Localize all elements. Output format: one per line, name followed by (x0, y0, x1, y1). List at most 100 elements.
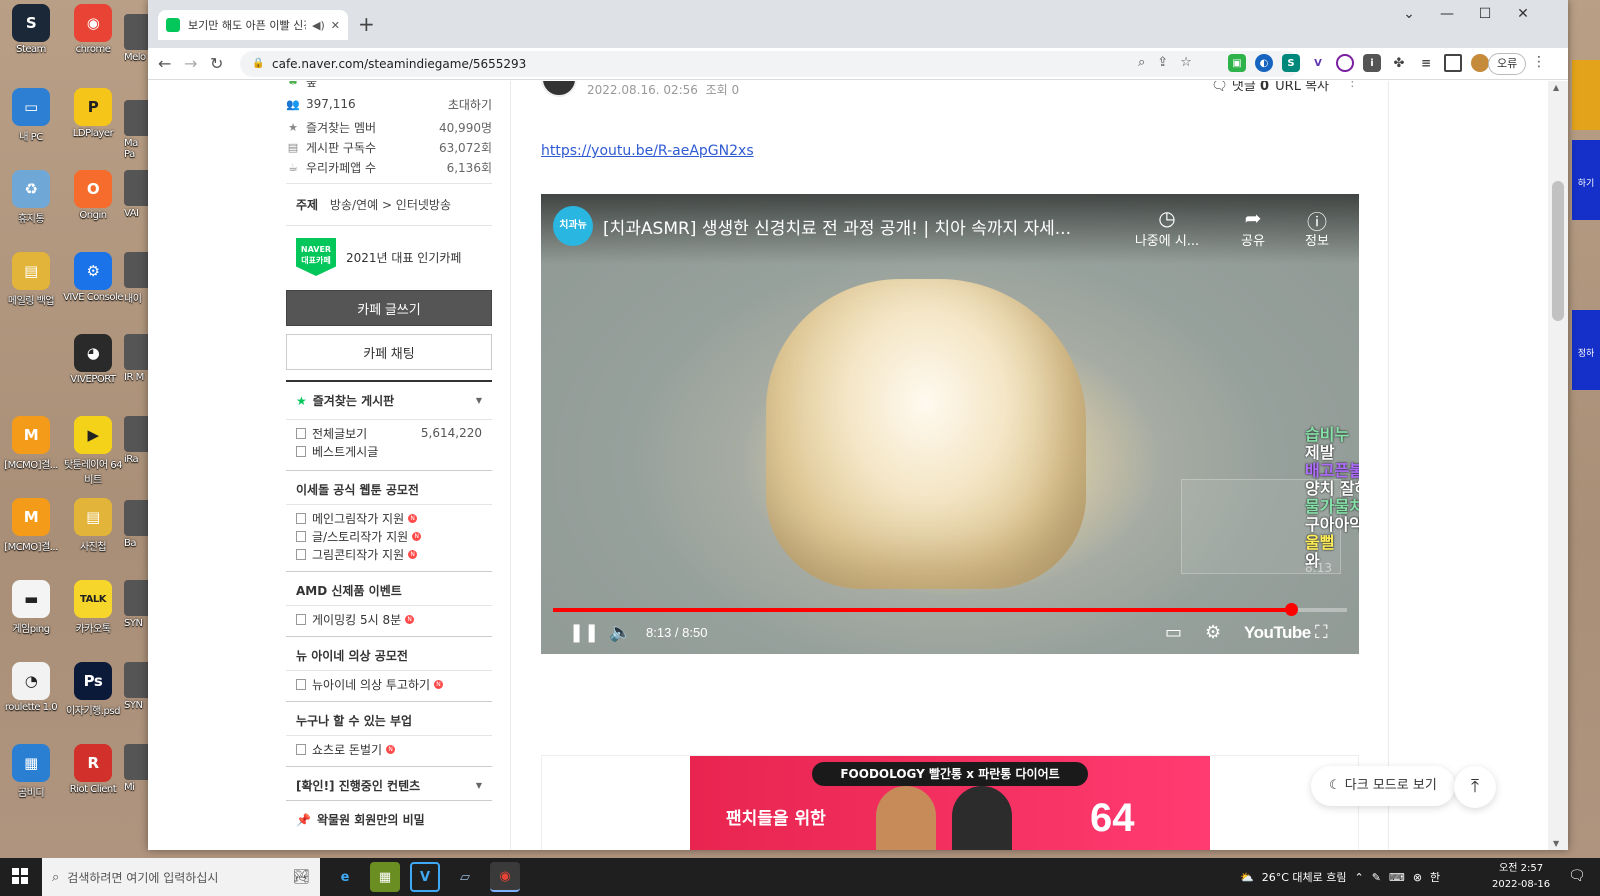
desktop-icon-partial[interactable]: Mi (124, 744, 148, 793)
desktop-icon[interactable]: M [MCMO]결... (0, 416, 62, 471)
desktop-icon-partial[interactable]: SYN (124, 662, 148, 711)
chevron-down-icon[interactable]: ▼ (476, 396, 482, 405)
comment-link[interactable]: 🗨 댓글 0 (1211, 81, 1269, 94)
page-scrollbar[interactable]: ▲ ▼ (1548, 81, 1568, 850)
subtitles-icon[interactable]: ▭ (1165, 622, 1182, 643)
profile-avatar[interactable] (1471, 54, 1489, 72)
fullscreen-icon[interactable]: ⛶ (1315, 622, 1328, 643)
invite-link[interactable]: 초대하기 (448, 96, 492, 113)
board-link[interactable]: 글/스토리작가 지원 N (286, 527, 492, 545)
desktop-icon[interactable]: Ps 이자기행.psd (62, 662, 124, 717)
more-options-icon[interactable]: ⋮ (1346, 81, 1359, 90)
desktop-icon[interactable]: P LDPlayer (62, 88, 124, 139)
cafe-chat-button[interactable]: 카페 채팅 (286, 334, 492, 370)
windows-start-icon[interactable] (12, 868, 28, 884)
back-icon[interactable]: ← (158, 54, 171, 73)
weather-text[interactable]: 26°C 대체로 흐림 (1262, 869, 1347, 885)
desktop-icon-partial[interactable]: Ma Pa (124, 100, 148, 160)
minimize-button[interactable]: — (1428, 6, 1466, 22)
reload-icon[interactable]: ↻ (210, 54, 223, 73)
board-best-link[interactable]: 베스트게시글 (286, 442, 492, 460)
new-tab-button[interactable]: + (358, 14, 375, 34)
notification-icon[interactable]: 🗨 (1568, 868, 1586, 884)
minecraft-icon[interactable]: ▦ (370, 862, 400, 892)
extensions-puzzle-icon[interactable]: ✤ (1390, 54, 1408, 72)
maximize-button[interactable]: ☐ (1466, 6, 1504, 22)
profile-error-button[interactable]: 오류 (1488, 53, 1527, 75)
scroll-up-icon[interactable]: ▲ (1553, 83, 1559, 92)
clock[interactable]: 오전 2:57 2022-08-16 (1492, 861, 1550, 893)
progress-bar[interactable] (553, 603, 1347, 616)
media-control-icon[interactable]: ≡ (1417, 54, 1435, 72)
v-app-icon[interactable]: V (410, 862, 440, 892)
extension-i-icon[interactable]: i (1363, 54, 1381, 72)
pause-icon[interactable]: ❚❚ (569, 622, 599, 643)
pen-icon[interactable]: ✎ (1372, 871, 1381, 884)
desktop-icon[interactable]: ▤ 사진첩 (62, 498, 124, 553)
desktop-icon-partial[interactable]: VAI (124, 170, 148, 219)
board-link[interactable]: 게이밍킹 5시 8분 N (286, 610, 492, 628)
extension-green-icon[interactable]: ▣ (1228, 54, 1246, 72)
desktop-icon[interactable]: ◔ roulette 1.0 (0, 662, 62, 713)
chrome-taskbar-icon[interactable]: ◉ (490, 862, 520, 892)
desktop-icon[interactable]: ◕ VIVEPORT (62, 334, 124, 385)
browser-tab[interactable]: 보기만 해도 아픈 이빨 신경... ◀) ✕ (158, 10, 348, 40)
author-avatar[interactable] (541, 81, 577, 97)
speaker-icon[interactable]: ◀) (312, 19, 325, 32)
desktop-icon[interactable]: ▭ 내 PC (0, 88, 62, 143)
scroll-to-top-button[interactable]: ⤒ (1454, 766, 1496, 808)
youtube-player[interactable]: 8:13 치과뉴 [치과ASMR] 생생한 신경치료 전 과정 공개! | 치아… (541, 194, 1359, 654)
desktop-icon[interactable]: S Steam (0, 4, 62, 55)
youtube-logo[interactable]: YouTube (1244, 623, 1311, 643)
extension-s-icon[interactable]: S (1282, 54, 1300, 72)
desktop-icon[interactable]: ◉ chrome (62, 4, 124, 55)
write-post-button[interactable]: 카페 글쓰기 (286, 290, 492, 326)
settings-gear-icon[interactable]: ⚙ (1205, 622, 1221, 643)
topic-value[interactable]: 방송/연예 > 인터넷방송 (330, 198, 451, 212)
desktop-icon[interactable]: ♻ 휴지통 (0, 170, 62, 225)
keyboard-icon[interactable]: ⌨ (1389, 871, 1405, 884)
secret-section-header[interactable]: 📌 왁물원 회원만의 비밀 (286, 800, 492, 834)
desktop-icon[interactable]: ▦ 곰비디 (0, 744, 62, 799)
hangul-icon[interactable]: 한 (1430, 869, 1440, 885)
edge-icon[interactable]: e (330, 862, 360, 892)
desktop-icon[interactable]: ▶ 탓툳레이어 64 비트 (62, 416, 124, 486)
board-link[interactable]: 그림콘티작가 지원 N (286, 545, 492, 563)
extension-v-icon[interactable]: V (1309, 54, 1327, 72)
url-copy-button[interactable]: URL 복사 (1275, 81, 1329, 94)
board-link[interactable]: 쇼츠로 돈벌기 N (286, 740, 492, 758)
share-icon[interactable]: ⇪ (1157, 55, 1168, 70)
notes-app-icon[interactable]: ▱ (450, 862, 480, 892)
desktop-icon-partial[interactable]: iRa (124, 416, 148, 465)
close-window-button[interactable]: ✕ (1504, 6, 1542, 22)
desktop-icon[interactable]: ⚙ VIVE Console (62, 252, 124, 303)
forward-icon[interactable]: → (184, 54, 197, 73)
board-link[interactable]: 메인그림작가 지원 N (286, 509, 492, 527)
chevron-down-icon[interactable]: ▼ (476, 781, 482, 790)
extension-blue-icon[interactable]: ◐ (1255, 54, 1273, 72)
tab-search-icon[interactable]: ⌄ (1390, 6, 1428, 22)
close-tab-icon[interactable]: ✕ (331, 19, 340, 32)
desktop-icon[interactable]: ▤ 메일링 백업 (0, 252, 62, 307)
desktop-icon[interactable]: TALK 카카오톡 (62, 580, 124, 635)
desktop-icon-partial[interactable]: Ba (124, 500, 148, 549)
video-title[interactable]: [치과ASMR] 생생한 신경치료 전 과정 공개! | 치아 속까지 자세..… (603, 214, 1123, 239)
scrollbar-thumb[interactable] (1552, 181, 1564, 321)
youtube-link[interactable]: https://youtu.be/R-aeApGN2xs (541, 143, 754, 159)
desktop-icon[interactable]: ▬ 게임ping (0, 580, 62, 635)
volume-icon[interactable]: 🔈 (609, 622, 631, 643)
bookmark-star-icon[interactable]: ☆ (1180, 55, 1192, 70)
desktop-icon-partial[interactable]: 내이 (124, 252, 148, 305)
ime-icon[interactable]: ⊗ (1413, 871, 1422, 884)
desktop-icon-partial[interactable]: IR M (124, 334, 148, 383)
desktop-icon-partial[interactable]: Melo (124, 14, 148, 63)
dark-mode-button[interactable]: ☾ 다크 모드로 보기 (1311, 766, 1455, 806)
watch-later-button[interactable]: ◷ 나중에 시... (1127, 206, 1207, 249)
zoom-icon[interactable]: ⌕ (1138, 55, 1145, 70)
board-all-link[interactable]: 전체글보기 5,614,220 (286, 424, 492, 442)
side-panel-icon[interactable] (1444, 54, 1462, 72)
extension-circle-icon[interactable] (1336, 54, 1354, 72)
ad-banner[interactable]: FOODOLOGY 빨간통 x 파란통 다이어트 팬치들을 위한 64 (690, 756, 1210, 850)
scroll-down-icon[interactable]: ▼ (1553, 839, 1559, 848)
channel-logo[interactable]: 치과뉴 (553, 206, 593, 246)
